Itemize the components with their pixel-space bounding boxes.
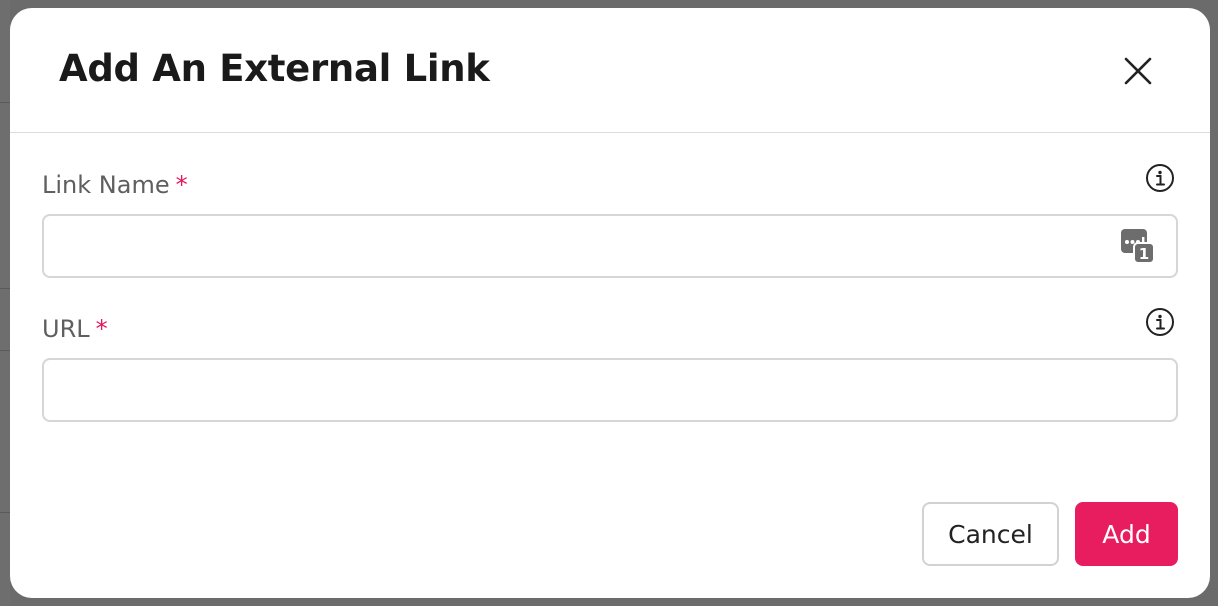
dialog-title: Add An External Link: [59, 47, 490, 90]
url-label-text: URL: [42, 315, 90, 343]
password-manager-badge: 1: [1139, 245, 1149, 263]
required-asterisk: *: [175, 171, 188, 199]
required-asterisk: *: [95, 315, 108, 343]
backdrop-divider: [0, 288, 10, 289]
link-name-input[interactable]: [42, 214, 1178, 278]
url-label: URL *: [42, 315, 108, 343]
add-button[interactable]: Add: [1075, 502, 1178, 566]
password-manager-icon[interactable]: 1: [1120, 228, 1154, 264]
close-button[interactable]: [1120, 53, 1156, 89]
cancel-button[interactable]: Cancel: [922, 502, 1059, 566]
info-icon[interactable]: [1145, 163, 1175, 193]
link-name-label-text: Link Name: [42, 171, 170, 199]
modal-backdrop[interactable]: [0, 0, 10, 606]
url-input[interactable]: [42, 358, 1178, 422]
backdrop-divider: [0, 350, 10, 351]
backdrop-divider: [0, 102, 10, 103]
close-icon: [1124, 57, 1152, 85]
link-name-label: Link Name *: [42, 171, 188, 199]
dialog-header: Add An External Link: [10, 8, 1210, 133]
add-external-link-dialog: Add An External Link Link Name * 1 URL * C…: [10, 8, 1210, 598]
backdrop-divider: [0, 512, 10, 513]
info-icon[interactable]: [1145, 307, 1175, 337]
